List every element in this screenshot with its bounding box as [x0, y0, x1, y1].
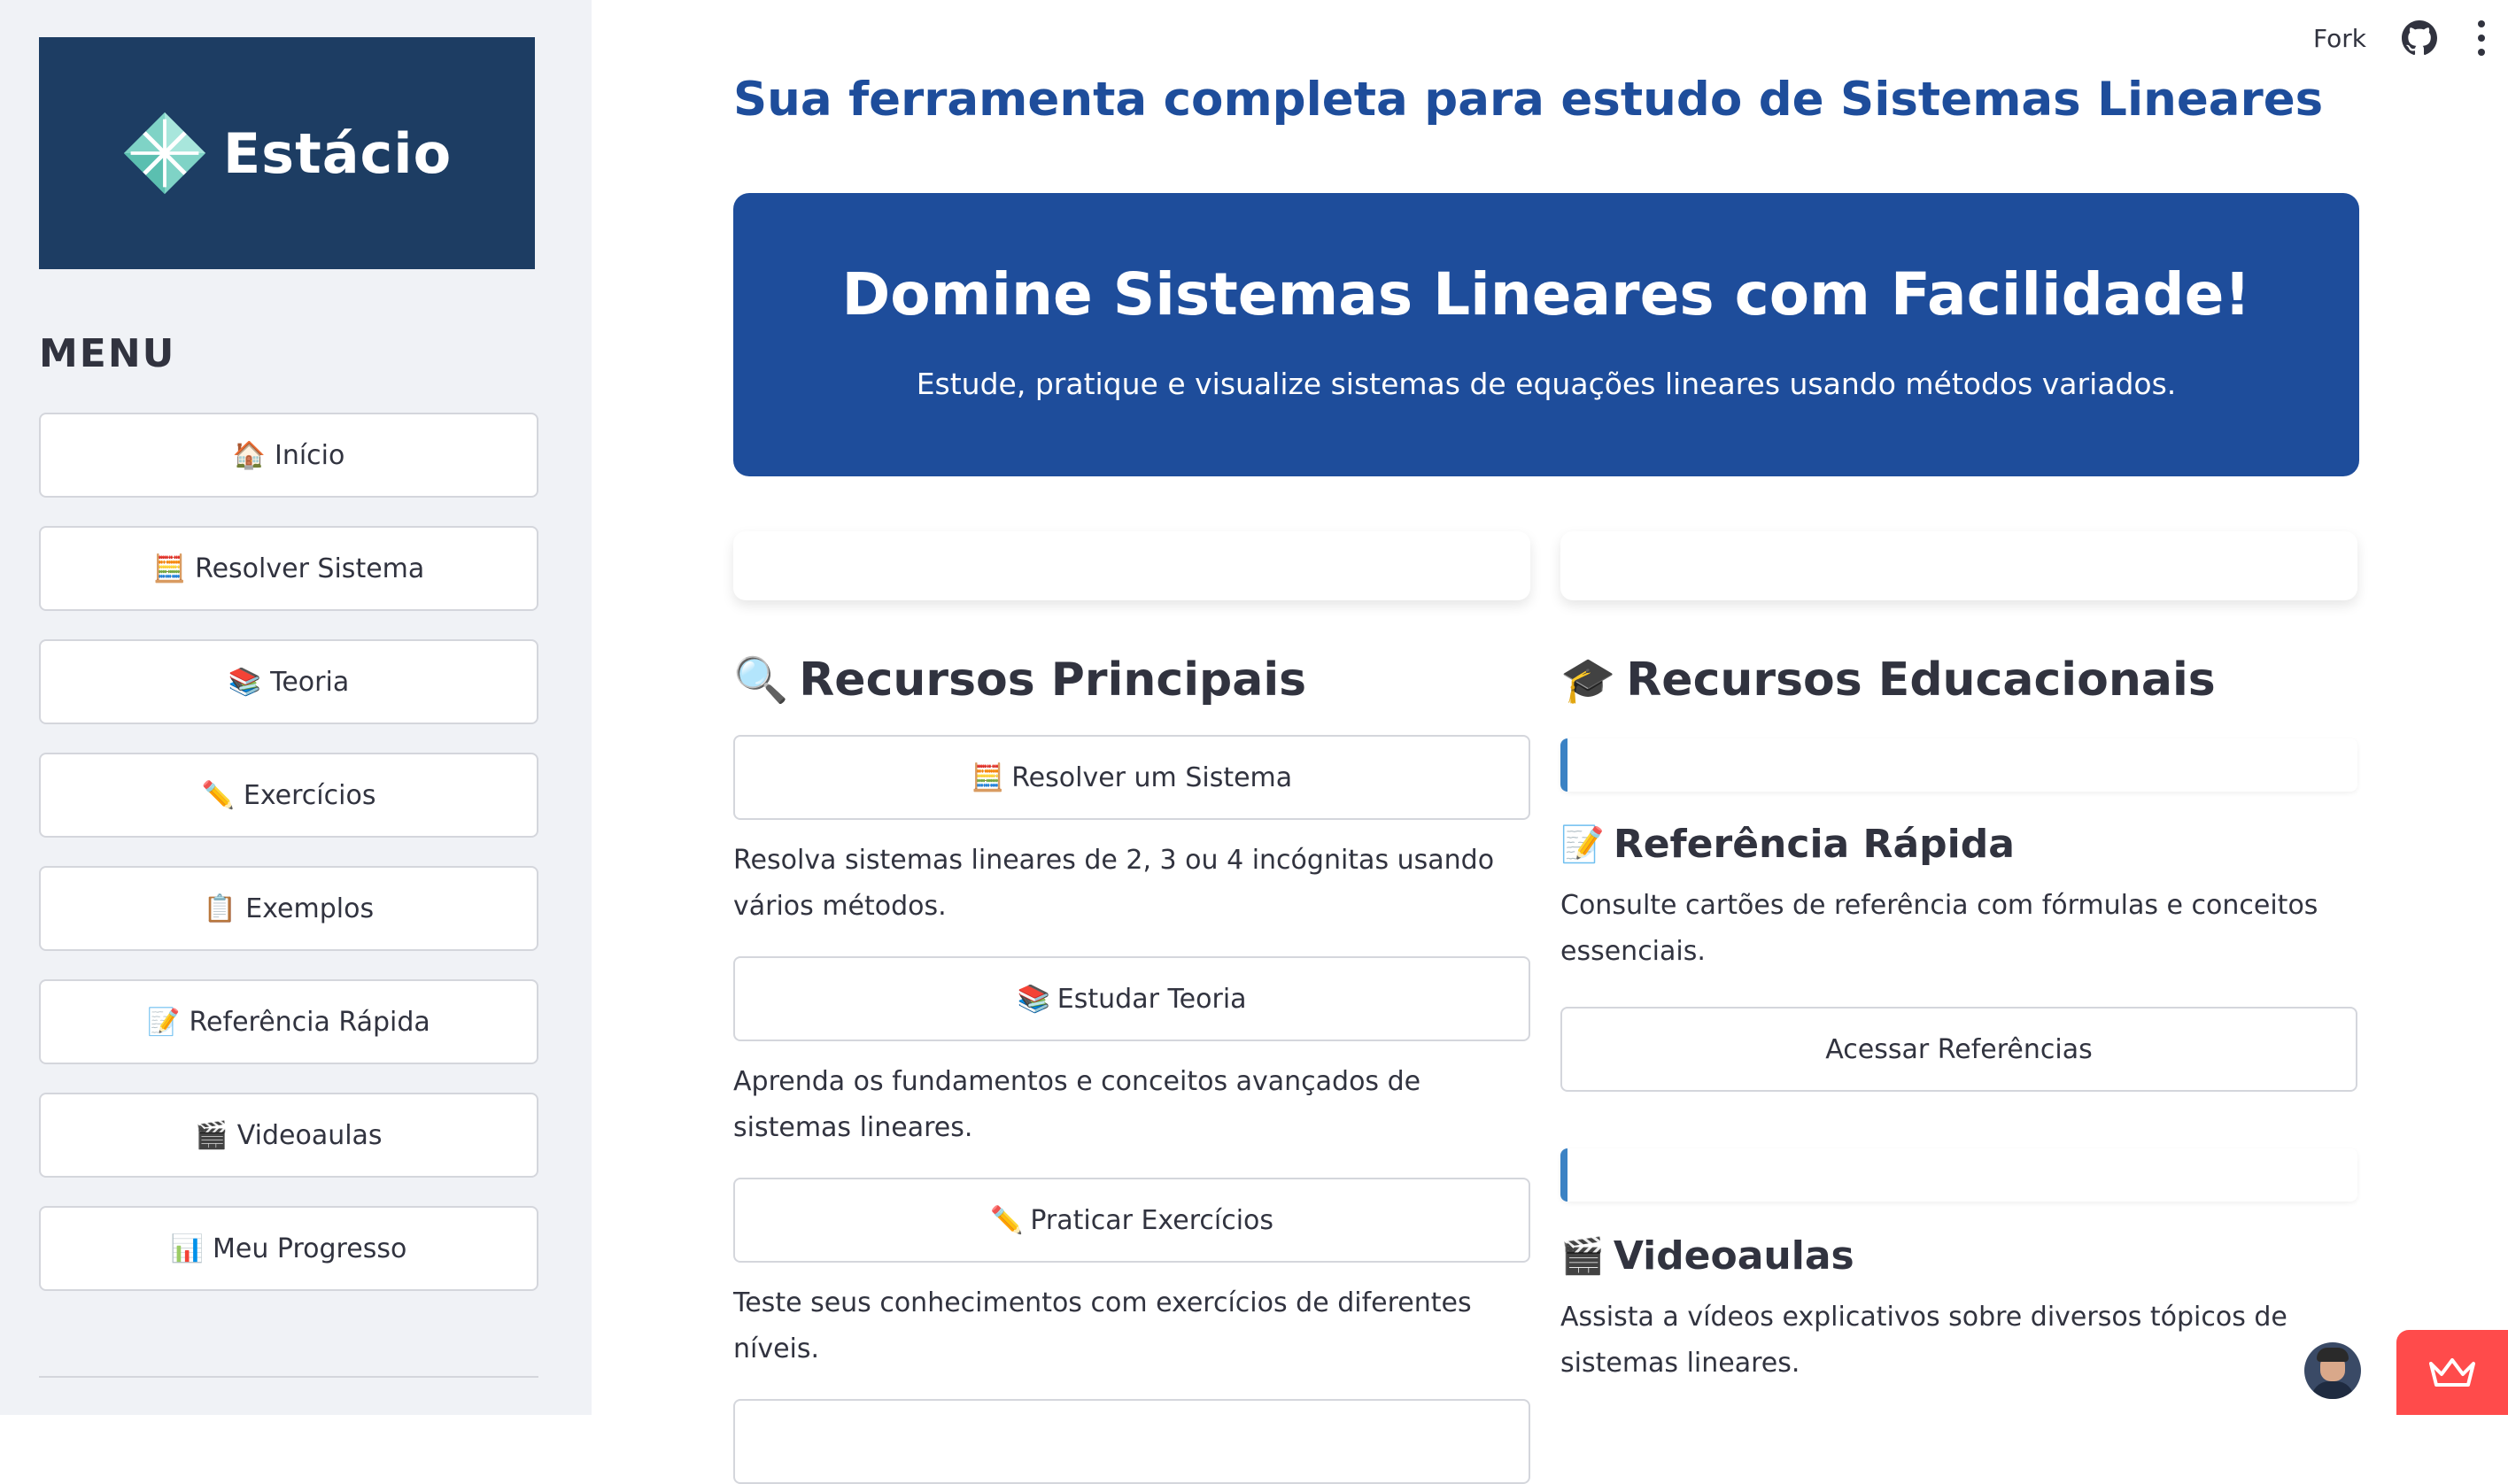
sidebar-item-label: Referência Rápida	[189, 1006, 430, 1038]
user-avatar[interactable]	[2304, 1342, 2361, 1399]
button-label: Estudar Teoria	[1057, 983, 1247, 1015]
sidebar-item-meu-progresso[interactable]: 📊 Meu Progresso	[39, 1206, 538, 1291]
github-icon[interactable]	[2402, 20, 2437, 56]
exercicios-description: Teste seus conhecimentos com exercícios …	[733, 1287, 1472, 1364]
empty-card-left	[733, 531, 1530, 600]
memo-icon: 📝	[147, 1006, 181, 1038]
sidebar-item-resolver-sistema[interactable]: 🧮 Resolver Sistema	[39, 526, 538, 611]
main-resources-column: 🔍 Recursos Principais 🧮 Resolver um Sist…	[733, 638, 1530, 1484]
sidebar-item-label: Meu Progresso	[213, 1233, 407, 1264]
button-label: Praticar Exercícios	[1030, 1204, 1274, 1236]
house-icon: 🏠	[232, 439, 266, 471]
streamlit-crown-icon[interactable]	[2396, 1330, 2508, 1415]
sidebar-item-videoaulas[interactable]: 🎬 Videoaulas	[39, 1093, 538, 1178]
sidebar-item-label: Início	[274, 439, 345, 471]
subheading-text: Videoaulas	[1613, 1233, 1854, 1279]
subheading-referencia-rapida: 📝 Referência Rápida	[1560, 822, 2357, 867]
referencia-description: Consulte cartões de referência com fórmu…	[1560, 890, 2318, 967]
sidebar-item-teoria[interactable]: 📚 Teoria	[39, 639, 538, 724]
sidebar-item-label: Exemplos	[245, 893, 375, 924]
clapper-board-icon: 🎬	[1560, 1236, 1605, 1277]
sidebar-item-referencia-rapida[interactable]: 📝 Referência Rápida	[39, 979, 538, 1064]
hero-title: Domine Sistemas Lineares com Facilidade!	[841, 260, 2251, 328]
sidebar-nav: 🏠 Início 🧮 Resolver Sistema 📚 Teoria ✏️ …	[39, 413, 538, 1319]
info-card-referencia	[1560, 738, 2357, 792]
clipboard-icon: 📋	[203, 893, 237, 924]
pencil-icon: ✏️	[201, 779, 235, 811]
abacus-icon: 🧮	[971, 761, 1005, 793]
sidebar-item-label: Resolver Sistema	[195, 553, 425, 584]
section-heading-recursos-educacionais: 🎓 Recursos Educacionais	[1560, 638, 2357, 723]
clapper-board-icon: 🎬	[195, 1119, 228, 1151]
estudar-teoria-button[interactable]: 📚 Estudar Teoria	[733, 956, 1530, 1041]
sidebar: Estácio MENU 🏠 Início 🧮 Resolver Sistema…	[0, 0, 592, 1415]
empty-card-right	[1560, 531, 2357, 600]
educational-resources-column: 🎓 Recursos Educacionais 📝 Referência Ráp…	[1560, 638, 2357, 1387]
estacio-logo: Estácio	[39, 37, 535, 269]
books-icon: 📚	[1017, 983, 1050, 1015]
menu-title: MENU	[39, 331, 176, 376]
sidebar-divider	[39, 1376, 538, 1378]
acessar-referencias-button[interactable]: Acessar Referências	[1560, 1007, 2357, 1092]
subheading-videoaulas: 🎬 Videoaulas	[1560, 1233, 2357, 1279]
sidebar-item-exercicios[interactable]: ✏️ Exercícios	[39, 753, 538, 838]
memo-icon: 📝	[1560, 824, 1605, 865]
sidebar-item-label: Teoria	[270, 666, 350, 698]
kebab-menu-icon[interactable]	[2476, 20, 2487, 56]
next-button-partial[interactable]	[733, 1399, 1530, 1484]
abacus-icon: 🧮	[152, 553, 187, 584]
sidebar-item-inicio[interactable]: 🏠 Início	[39, 413, 538, 498]
info-card-videoaulas	[1560, 1148, 2357, 1202]
bar-chart-icon: 📊	[170, 1233, 205, 1264]
sidebar-item-label: Exercícios	[243, 779, 376, 811]
teoria-description: Aprenda os fundamentos e conceitos avanç…	[733, 1066, 1421, 1143]
button-label: Acessar Referências	[1825, 1033, 2093, 1065]
section-heading-text: Recursos Principais	[799, 653, 1307, 707]
subheading-text: Referência Rápida	[1613, 822, 2015, 867]
estacio-diamond-icon	[123, 112, 205, 195]
hero-banner: Domine Sistemas Lineares com Facilidade!…	[733, 193, 2359, 476]
button-label: Resolver um Sistema	[1011, 761, 1293, 793]
fork-button[interactable]: Fork	[2313, 24, 2366, 53]
crown-icon	[2429, 1358, 2475, 1387]
section-heading-text: Recursos Educacionais	[1626, 653, 2216, 707]
top-toolbar: Fork	[2313, 0, 2508, 76]
videoaulas-description: Assista a vídeos explicativos sobre dive…	[1560, 1302, 2287, 1379]
pencil-icon: ✏️	[989, 1204, 1024, 1236]
sidebar-item-exemplos[interactable]: 📋 Exemplos	[39, 866, 538, 951]
hero-subtitle: Estude, pratique e visualize sistemas de…	[916, 367, 2177, 401]
logo-text: Estácio	[222, 120, 453, 186]
section-heading-recursos-principais: 🔍 Recursos Principais	[733, 638, 1530, 723]
praticar-exercicios-button[interactable]: ✏️ Praticar Exercícios	[733, 1178, 1530, 1263]
resolver-sistema-button[interactable]: 🧮 Resolver um Sistema	[733, 735, 1530, 820]
books-icon: 📚	[228, 666, 262, 698]
graduation-cap-icon: 🎓	[1560, 653, 1616, 706]
resolver-description: Resolva sistemas lineares de 2, 3 ou 4 i…	[733, 845, 1495, 922]
sidebar-item-label: Videoaulas	[236, 1119, 383, 1151]
magnifier-icon: 🔍	[733, 653, 789, 706]
page-title: Sua ferramenta completa para estudo de S…	[733, 73, 2324, 127]
